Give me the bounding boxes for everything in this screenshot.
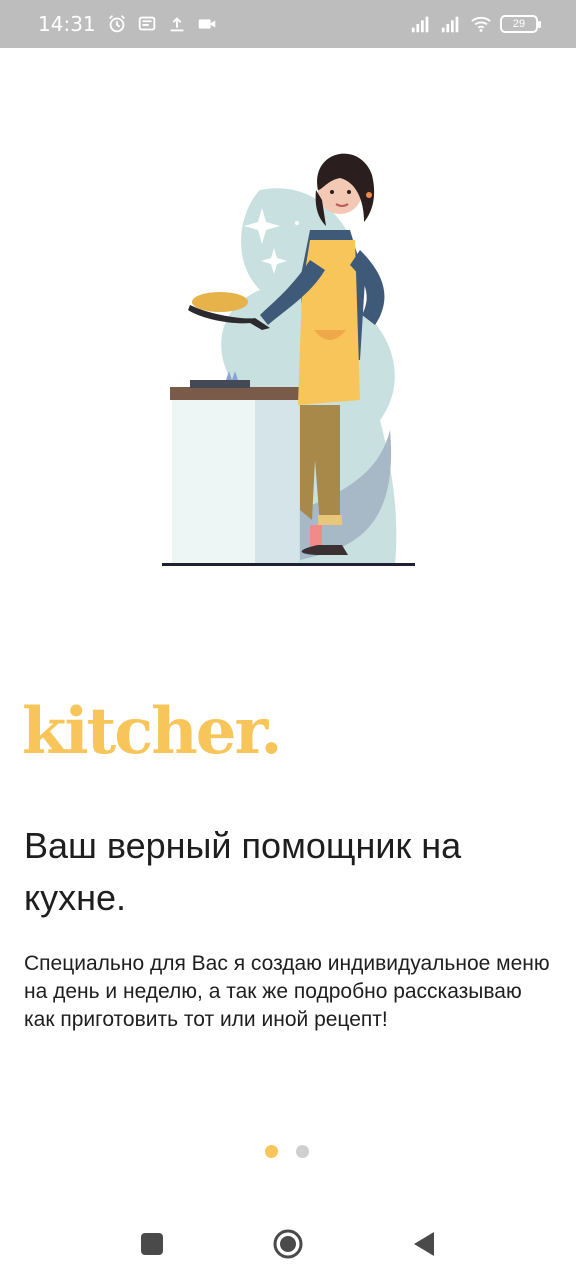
video-icon [198, 19, 215, 29]
cooking-woman-illustration [162, 153, 415, 566]
square-icon [141, 1233, 163, 1255]
home-button[interactable] [268, 1224, 308, 1264]
upload-icon [170, 17, 184, 32]
onboarding-headline: Ваш верный помощник на кухне. [24, 825, 462, 918]
onboarding-description: Специально для Вас я создаю индивидуальн… [24, 952, 550, 1031]
page-dot-active[interactable] [265, 1145, 278, 1158]
message-icon [138, 16, 155, 31]
recents-button[interactable] [132, 1224, 172, 1264]
page-indicator [265, 1145, 309, 1158]
system-navigation-bar [0, 1208, 576, 1280]
kitcher-logo: kitcher. [22, 694, 283, 769]
status-bar: 14:31 29 [0, 0, 576, 48]
page-dot[interactable] [296, 1145, 309, 1158]
back-triangle-icon [414, 1232, 434, 1256]
alarm-icon [108, 15, 125, 33]
circle-icon [273, 1229, 303, 1259]
back-button[interactable] [404, 1224, 444, 1264]
wifi-icon [471, 16, 491, 32]
status-bar-right: 29 [410, 13, 541, 35]
battery-icon: 29 [500, 15, 541, 33]
status-time: 14:31 [38, 12, 96, 36]
signal-icon [441, 16, 459, 33]
status-bar-left: 14:31 [38, 12, 218, 36]
signal-icon [411, 16, 429, 33]
